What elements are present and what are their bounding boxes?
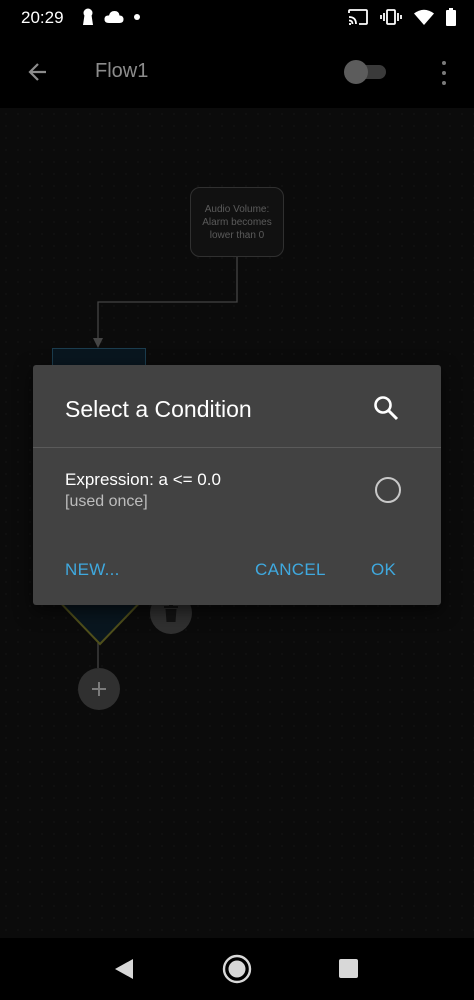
dot-icon: [134, 14, 140, 20]
battery-icon: [446, 8, 456, 26]
nav-back-icon[interactable]: [114, 958, 134, 980]
ok-button[interactable]: OK: [371, 560, 396, 580]
status-time: 20:29: [21, 8, 64, 27]
condition-list-item[interactable]: Expression: a <= 0.0 [used once]: [33, 457, 441, 523]
arrow-back-icon: [28, 63, 46, 81]
search-icon: [374, 396, 399, 421]
select-condition-dialog: Select a Condition Expression: a <= 0.0 …: [33, 365, 441, 605]
nav-recents-icon[interactable]: [339, 959, 358, 978]
dialog-divider: [33, 447, 441, 448]
flow-enable-toggle[interactable]: [342, 60, 388, 84]
condition-usage: [used once]: [65, 493, 148, 510]
new-button[interactable]: NEW...: [65, 560, 120, 580]
cloud-icon: [104, 11, 124, 23]
condition-label: Expression: a <= 0.0: [65, 470, 221, 489]
cancel-button[interactable]: CANCEL: [255, 560, 326, 580]
dialog-title: Select a Condition: [65, 396, 252, 422]
status-right-icons: [348, 8, 456, 26]
nav-home-icon[interactable]: [222, 954, 252, 984]
more-vert-icon[interactable]: [432, 58, 456, 88]
status-left-icons: [82, 8, 140, 26]
cast-icon: [348, 9, 368, 25]
status-bar: 20:29: [0, 0, 474, 36]
keyhole-icon: [83, 8, 93, 25]
app-bar: Flow1: [0, 36, 474, 108]
search-button[interactable]: [371, 393, 401, 423]
condition-radio[interactable]: [375, 477, 401, 503]
vibrate-icon: [380, 9, 402, 25]
back-button[interactable]: [18, 52, 58, 92]
wifi-icon: [414, 9, 434, 25]
page-title: Flow1: [95, 60, 149, 82]
toggle-thumb: [344, 60, 368, 84]
navigation-bar: [0, 938, 474, 1000]
